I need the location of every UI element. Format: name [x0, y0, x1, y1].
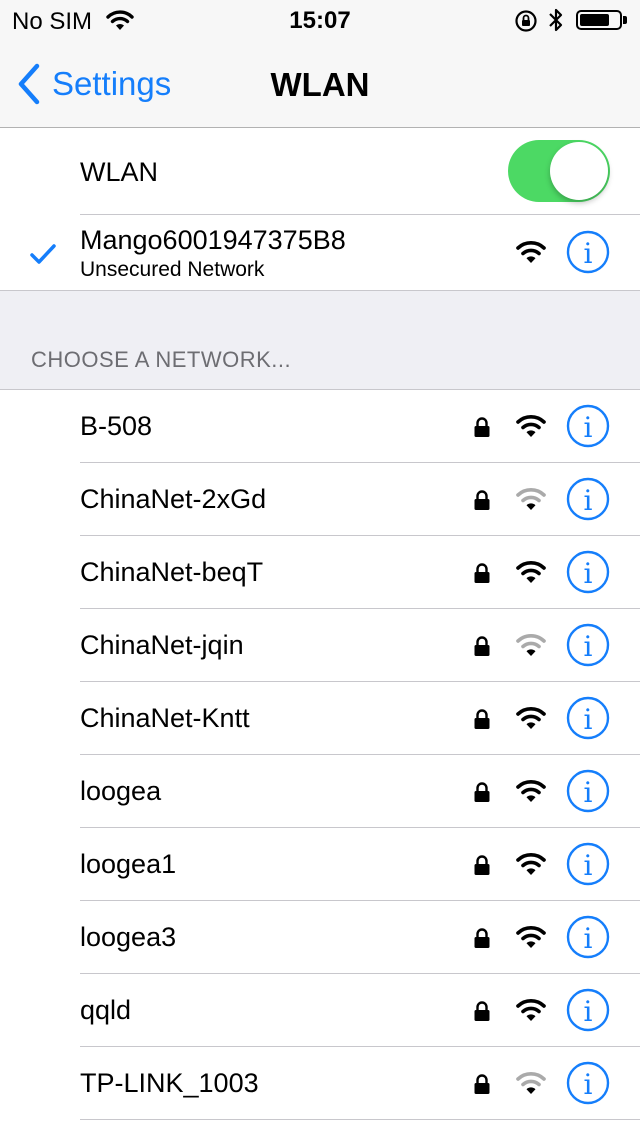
svg-text:i: i [584, 922, 593, 955]
info-circle-icon[interactable]: i [566, 623, 610, 667]
current-network-name: Mango6001947375B8 [80, 225, 346, 255]
section-header: CHOOSE A NETWORK... [0, 290, 640, 390]
bluetooth-icon [549, 8, 563, 32]
info-circle-icon[interactable]: i [566, 550, 610, 594]
lock-icon [474, 1074, 490, 1094]
battery-nub [623, 16, 627, 24]
network-row[interactable]: ChinaNet-2xGd i [0, 463, 640, 536]
current-network-subtitle: Unsecured Network [80, 258, 265, 281]
lock-icon [474, 417, 490, 437]
network-name: loogea3 [80, 922, 177, 952]
svg-text:i: i [584, 849, 593, 882]
info-circle-icon[interactable]: i [566, 988, 610, 1032]
info-circle-icon[interactable]: i [566, 842, 610, 886]
top-bar: No SIM 15:07 Settings WLAN [0, 0, 640, 128]
battery-icon [576, 10, 622, 30]
svg-text:i: i [584, 557, 593, 590]
network-row[interactable]: loogea3 i [0, 901, 640, 974]
wifi-icon [516, 415, 546, 437]
network-name: ChinaNet-beqT [80, 557, 264, 587]
battery-level [580, 14, 609, 26]
wifi-icon [516, 561, 546, 583]
network-row[interactable]: B-508 i [0, 390, 640, 463]
svg-text:i: i [584, 703, 593, 736]
info-circle-icon[interactable]: i [566, 404, 610, 448]
network-row[interactable]: loogea i [0, 755, 640, 828]
status-time: 15:07 [289, 7, 351, 34]
svg-text:i: i [584, 237, 593, 270]
wifi-icon [516, 926, 546, 948]
network-row[interactable]: ChinaNet-jqin i [0, 609, 640, 682]
wifi-weak-icon [516, 1072, 546, 1094]
network-row[interactable]: ChinaNet-Kntt i [0, 682, 640, 755]
network-row[interactable]: loogea1 i [0, 828, 640, 901]
wifi-weak-icon [516, 488, 546, 510]
network-name: qqld [80, 995, 132, 1025]
info-circle-icon[interactable]: i [566, 230, 610, 274]
info-circle-icon[interactable]: i [566, 769, 610, 813]
toggle-knob [550, 142, 608, 200]
page-title: WLAN [270, 66, 370, 103]
row-divider [80, 1119, 640, 1120]
network-name: ChinaNet-2xGd [80, 484, 267, 514]
network-name: loogea [80, 776, 162, 806]
network-name: ChinaNet-jqin [80, 630, 244, 660]
wifi-icon [516, 707, 546, 729]
svg-text:i: i [584, 1068, 593, 1101]
wifi-icon [516, 999, 546, 1021]
checkmark-icon [30, 244, 56, 264]
lock-icon [474, 563, 490, 583]
lock-icon [474, 490, 490, 510]
svg-text:i: i [584, 995, 593, 1028]
status-bar: No SIM 15:07 [0, 0, 640, 40]
svg-text:i: i [584, 484, 593, 517]
lock-icon [474, 782, 490, 802]
svg-text:i: i [584, 776, 593, 809]
lock-icon [474, 636, 490, 656]
network-name: ChinaNet-Kntt [80, 703, 250, 733]
lock-icon [474, 1001, 490, 1021]
orientation-lock-icon [515, 10, 537, 32]
wifi-icon [516, 241, 546, 263]
network-name: loogea1 [80, 849, 177, 879]
lock-icon [474, 709, 490, 729]
wlan-toggle-switch[interactable] [508, 140, 610, 202]
network-row[interactable]: TP-LINK_1003 i [0, 1047, 640, 1120]
svg-text:i: i [584, 411, 593, 444]
wifi-icon [516, 853, 546, 875]
section-title: CHOOSE A NETWORK... [31, 347, 292, 372]
network-row[interactable]: ChinaNet-beqT i [0, 536, 640, 609]
network-name: B-508 [80, 411, 153, 441]
info-circle-icon[interactable]: i [566, 696, 610, 740]
current-network-row[interactable]: Mango6001947375B8 Unsecured Network i [0, 215, 640, 289]
lock-icon [474, 855, 490, 875]
info-circle-icon[interactable]: i [566, 1061, 610, 1105]
network-row[interactable]: qqld i [0, 974, 640, 1047]
info-circle-icon[interactable]: i [566, 477, 610, 521]
lock-icon [474, 928, 490, 948]
wifi-icon [516, 780, 546, 802]
svg-text:i: i [584, 630, 593, 663]
wlan-toggle-label: WLAN [80, 157, 159, 187]
info-circle-icon[interactable]: i [566, 915, 610, 959]
wifi-weak-icon [516, 634, 546, 656]
network-name: TP-LINK_1003 [80, 1068, 259, 1098]
